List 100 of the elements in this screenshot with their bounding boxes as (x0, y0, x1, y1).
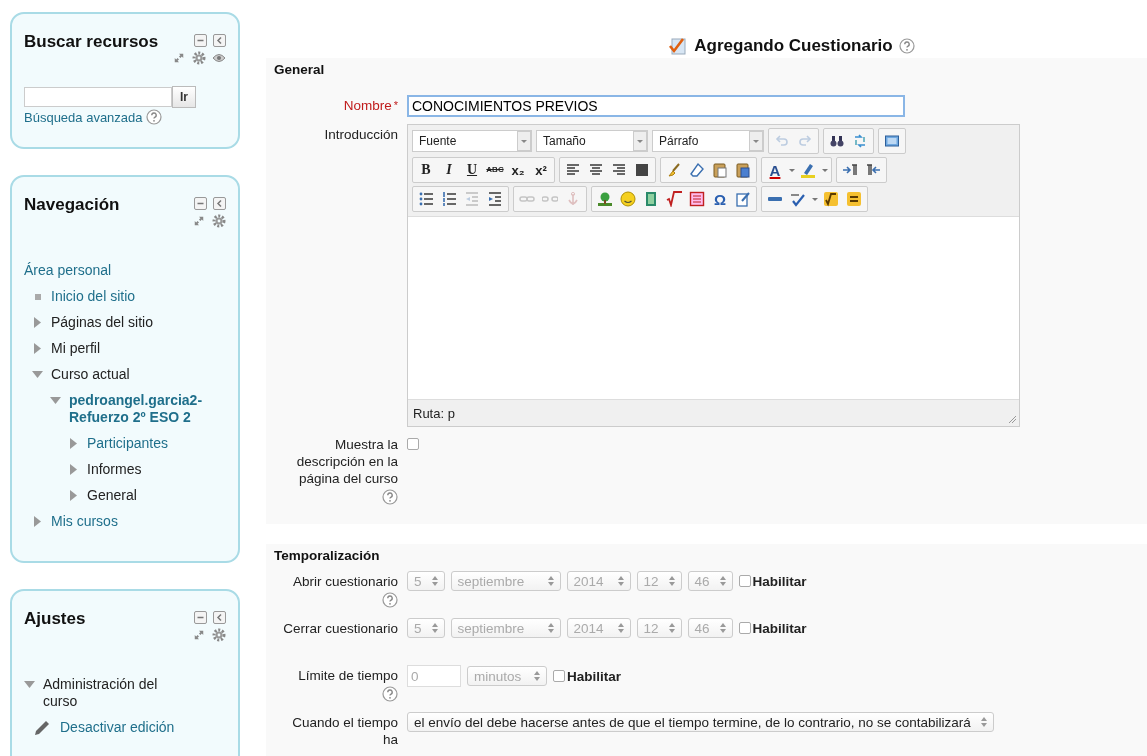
collapsed-arrow-icon[interactable] (34, 343, 41, 354)
dock-icon[interactable] (213, 34, 226, 47)
anchor-icon (565, 191, 581, 207)
help-icon[interactable] (898, 38, 915, 54)
nav-item[interactable]: Informes (87, 461, 142, 478)
block-title: Navegación (24, 195, 120, 215)
bullet-icon (34, 293, 41, 300)
behaviour-select[interactable]: el envío del debe hacerse antes de que el tiempo termine, de lo contrario, no se contabilizará (407, 712, 994, 732)
eye-icon[interactable] (212, 51, 226, 65)
minimize-icon[interactable] (194, 611, 207, 624)
nav-link[interactable]: pedroangel.garcia2-Refuerzo 2º ESO 2 (69, 392, 219, 426)
dock-icon[interactable] (213, 197, 226, 210)
expanded-arrow-icon[interactable] (24, 681, 35, 688)
eraser-icon (689, 162, 705, 178)
field-label: Límite de tiempo (298, 668, 398, 683)
page-title: Agregando Cuestionario (694, 36, 893, 56)
advanced-search-link[interactable]: Búsqueda avanzada (24, 109, 143, 125)
enable-label: Habilitar (752, 573, 807, 589)
nav-link[interactable]: Participantes (87, 435, 168, 452)
font-dropdown[interactable]: Fuente (412, 130, 532, 152)
collapsed-arrow-icon[interactable] (34, 516, 41, 527)
field-label: Cuando el tiempo ha (292, 715, 398, 747)
collapsed-arrow-icon[interactable] (70, 490, 77, 501)
minimize-icon[interactable] (194, 197, 207, 210)
collapsed-arrow-icon[interactable] (70, 438, 77, 449)
go-button[interactable]: Ir (172, 86, 196, 108)
settings-icon[interactable] (212, 214, 226, 228)
image-icon (597, 191, 613, 207)
checkbox[interactable] (738, 575, 751, 587)
indent-icon (487, 191, 503, 207)
special-character-button[interactable]: Ω (709, 188, 731, 210)
collapsed-arrow-icon[interactable] (70, 464, 77, 475)
section-heading: General (274, 62, 326, 77)
minimize-icon[interactable] (194, 34, 207, 47)
underline-button[interactable]: U (461, 159, 483, 181)
settings-icon[interactable] (212, 628, 226, 642)
text-color-button[interactable]: A (764, 159, 786, 181)
strikethrough-button[interactable]: ABC (484, 159, 506, 181)
subscript-button[interactable]: x₂ (507, 159, 529, 181)
move-icon[interactable] (172, 51, 186, 65)
help-icon[interactable] (382, 686, 398, 702)
enable-label: Habilitar (567, 668, 621, 684)
help-icon[interactable] (382, 592, 398, 608)
nav-item[interactable]: Administración del curso (43, 676, 193, 710)
nav-link[interactable]: Inicio del sitio (51, 288, 136, 305)
updown-icon (719, 576, 726, 586)
checkbox[interactable] (407, 438, 419, 451)
nav-link[interactable]: Área personal (24, 262, 112, 279)
formula-icon (689, 191, 705, 207)
nav-item[interactable]: Mi perfil (51, 340, 100, 357)
expanded-arrow-icon[interactable] (50, 397, 61, 404)
updown-icon (719, 623, 726, 633)
nav-item[interactable]: General (87, 487, 137, 504)
field-label: Introducción (324, 127, 398, 142)
align-center-icon (588, 162, 604, 178)
updown-icon (431, 623, 438, 633)
search-field[interactable] (24, 87, 172, 107)
field-label: Abrir cuestionario (292, 574, 398, 589)
film-icon (643, 191, 659, 207)
nav-item[interactable]: Curso actual (51, 366, 130, 383)
checkmark-icon (668, 36, 689, 56)
checkbox[interactable] (738, 622, 751, 634)
nav-link[interactable]: Mis cursos (51, 513, 118, 530)
element-path: Ruta: p (413, 405, 455, 421)
font-dropdown[interactable]: Tamaño (536, 130, 648, 152)
block-title: Buscar recursos (24, 32, 159, 52)
spellcheck-icon (790, 191, 806, 207)
brush-icon (666, 162, 682, 178)
bold-button[interactable]: B (415, 159, 437, 181)
updown-icon (547, 576, 554, 586)
help-icon[interactable] (145, 109, 162, 125)
caret-icon (788, 168, 795, 172)
pencil-icon (33, 718, 51, 737)
collapsed-arrow-icon[interactable] (34, 317, 41, 328)
updown-icon (668, 576, 675, 586)
root-icon (666, 191, 682, 207)
resize-handle-icon[interactable] (1007, 414, 1017, 424)
superscript-button[interactable]: x² (530, 159, 552, 181)
expanded-arrow-icon[interactable] (32, 371, 43, 378)
caret-icon (749, 131, 763, 151)
settings-icon[interactable] (192, 51, 206, 65)
caret-icon (821, 168, 828, 172)
move-icon[interactable] (192, 628, 206, 642)
italic-button[interactable]: I (438, 159, 460, 181)
marker-icon (800, 162, 816, 178)
align-right-icon (611, 162, 627, 178)
dock-icon[interactable] (213, 611, 226, 624)
move-icon[interactable] (192, 214, 206, 228)
replace-icon (852, 133, 868, 149)
name-field[interactable]: CONOCIMIENTOS PREVIOS (407, 95, 905, 117)
checkbox[interactable] (553, 670, 565, 682)
help-icon[interactable] (382, 489, 398, 505)
block-title: Ajustes (24, 609, 86, 629)
emoticon-icon (620, 191, 636, 207)
font-dropdown[interactable]: Párrafo (652, 130, 764, 152)
field-label: Muestra la descripción en la página del curso (296, 437, 398, 486)
updown-icon (534, 671, 540, 681)
nav-link[interactable]: Desactivar edición (60, 719, 175, 736)
emoticon-button[interactable] (617, 188, 639, 210)
nav-item[interactable]: Páginas del sitio (51, 314, 153, 331)
